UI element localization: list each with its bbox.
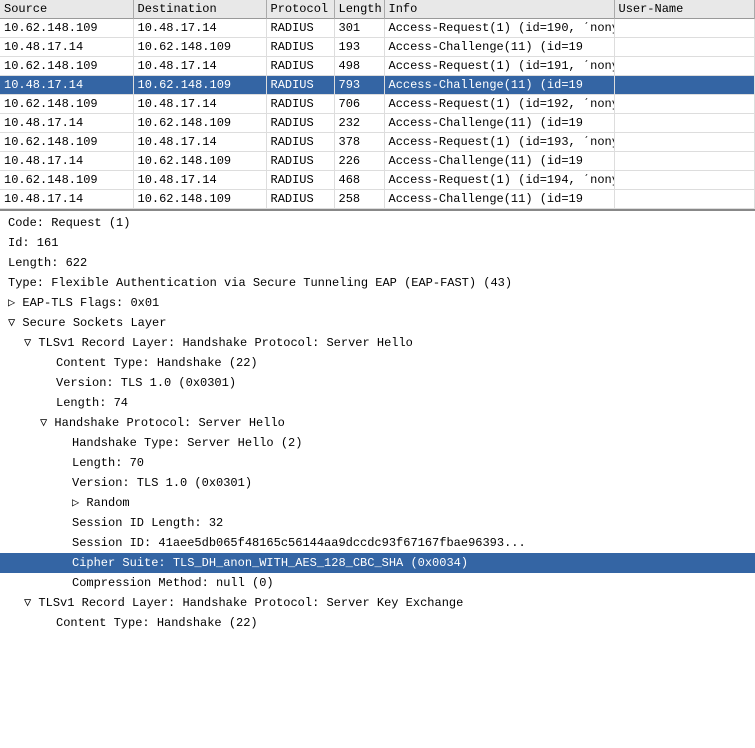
table-row[interactable]: 10.62.148.10910.48.17.14RADIUS706Access-…: [0, 95, 755, 114]
detail-line[interactable]: ▽ Secure Sockets Layer: [0, 313, 755, 333]
detail-line: Session ID: 41aee5db065f48165c56144aa9dc…: [0, 533, 755, 553]
detail-line[interactable]: ▷ Random: [0, 493, 755, 513]
col-header-info[interactable]: Info: [384, 0, 614, 19]
detail-line: Compression Method: null (0): [0, 573, 755, 593]
detail-line: Handshake Type: Server Hello (2): [0, 433, 755, 453]
table-row[interactable]: 10.48.17.1410.62.148.109RADIUS793Access-…: [0, 76, 755, 95]
table-row[interactable]: 10.62.148.10910.48.17.14RADIUS378Access-…: [0, 133, 755, 152]
col-header-username[interactable]: User-Name: [614, 0, 755, 19]
detail-line: Content Type: Handshake (22): [0, 613, 755, 633]
detail-line: Cipher Suite: TLS_DH_anon_WITH_AES_128_C…: [0, 553, 755, 573]
col-header-dest[interactable]: Destination: [133, 0, 266, 19]
detail-line[interactable]: ▽ Handshake Protocol: Server Hello: [0, 413, 755, 433]
table-row[interactable]: 10.62.148.10910.48.17.14RADIUS468Access-…: [0, 171, 755, 190]
detail-line: Version: TLS 1.0 (0x0301): [0, 473, 755, 493]
col-header-protocol[interactable]: Protocol: [266, 0, 334, 19]
detail-line: Code: Request (1): [0, 213, 755, 233]
col-header-length[interactable]: Length: [334, 0, 384, 19]
detail-line: Type: Flexible Authentication via Secure…: [0, 273, 755, 293]
detail-line[interactable]: ▽ TLSv1 Record Layer: Handshake Protocol…: [0, 593, 755, 613]
detail-line: Session ID Length: 32: [0, 513, 755, 533]
table-row[interactable]: 10.48.17.1410.62.148.109RADIUS232Access-…: [0, 114, 755, 133]
detail-line: Id: 161: [0, 233, 755, 253]
table-row[interactable]: 10.48.17.1410.62.148.109RADIUS193Access-…: [0, 38, 755, 57]
table-row[interactable]: 10.48.17.1410.62.148.109RADIUS226Access-…: [0, 152, 755, 171]
packet-list-table: Source Destination Protocol Length Info …: [0, 0, 755, 209]
detail-line: Version: TLS 1.0 (0x0301): [0, 373, 755, 393]
detail-pane: Code: Request (1)Id: 161Length: 622Type:…: [0, 209, 755, 635]
detail-line: Length: 622: [0, 253, 755, 273]
detail-line: Length: 70: [0, 453, 755, 473]
detail-line[interactable]: ▷ EAP-TLS Flags: 0x01: [0, 293, 755, 313]
detail-line: Length: 74: [0, 393, 755, 413]
detail-line: Content Type: Handshake (22): [0, 353, 755, 373]
table-row[interactable]: 10.62.148.10910.48.17.14RADIUS498Access-…: [0, 57, 755, 76]
table-row[interactable]: 10.48.17.1410.62.148.109RADIUS258Access-…: [0, 190, 755, 209]
col-header-source[interactable]: Source: [0, 0, 133, 19]
table-header-row: Source Destination Protocol Length Info …: [0, 0, 755, 19]
table-row[interactable]: 10.62.148.10910.48.17.14RADIUS301Access-…: [0, 19, 755, 38]
detail-line[interactable]: ▽ TLSv1 Record Layer: Handshake Protocol…: [0, 333, 755, 353]
